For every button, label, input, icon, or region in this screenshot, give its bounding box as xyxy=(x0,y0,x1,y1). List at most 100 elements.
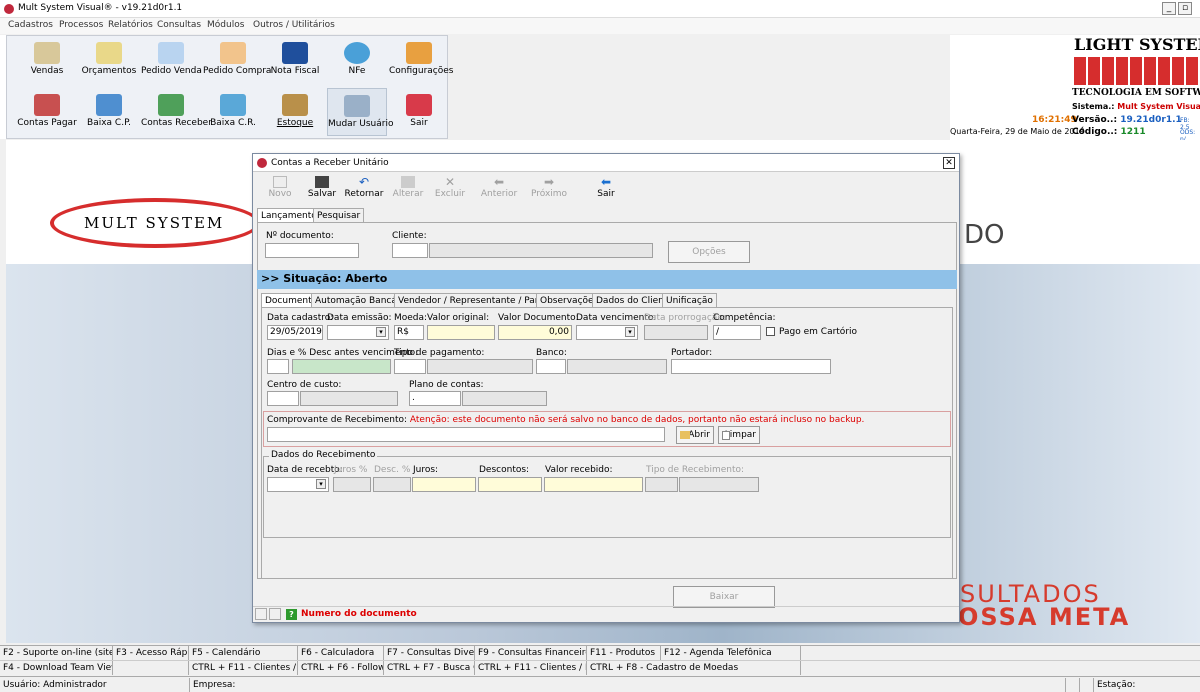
fkey-f4[interactable]: F4 - Download Team Viewer xyxy=(0,661,113,675)
cliente-label: Cliente: xyxy=(392,231,427,241)
anterior-button[interactable]: ⬅ Anterior xyxy=(475,176,523,204)
contas-receber-button[interactable]: Contas Receber xyxy=(141,88,212,136)
fkey-f5[interactable]: F5 - Calendário xyxy=(189,646,298,660)
dialog-close-button[interactable]: ✕ xyxy=(943,157,955,169)
descontos-field[interactable] xyxy=(478,477,542,492)
dias-desc-field[interactable] xyxy=(267,359,289,374)
menu-modulos[interactable]: Módulos xyxy=(207,20,244,30)
data-prorrogacao-picker xyxy=(644,325,708,340)
restore-button[interactable]: ▫ xyxy=(1178,2,1192,15)
baixar-button[interactable]: Baixar xyxy=(673,586,775,608)
limpar-button[interactable]: Limpar xyxy=(718,426,760,444)
nota-fiscal-button[interactable]: Nota Fiscal xyxy=(265,36,325,84)
doc-number-input[interactable] xyxy=(265,243,359,258)
tab-pesquisar[interactable]: Pesquisar xyxy=(313,208,365,223)
current-date: Quarta-Feira, 29 de Maio de 2019 xyxy=(950,127,1085,136)
menu-cadastros[interactable]: Cadastros xyxy=(8,20,53,30)
pct-desc-field[interactable] xyxy=(292,359,391,374)
blank-page-icon xyxy=(722,431,730,440)
versao-line: Versão..: 19.21d0r1.1 xyxy=(1072,115,1182,125)
juros-pct-field xyxy=(333,477,371,492)
baixa-cr-icon xyxy=(220,94,246,116)
floppy-icon xyxy=(315,176,329,188)
portador-label: Portador: xyxy=(671,348,713,358)
chevron-down-icon[interactable]: ▾ xyxy=(376,327,386,337)
fkey-f6[interactable]: F6 - Calculadora xyxy=(298,646,384,660)
fkey-ctrl-f8[interactable]: CTRL + F8 - Cadastro de Moedas xyxy=(587,661,801,675)
banco-label: Banco: xyxy=(536,348,567,358)
valor-recebido-field[interactable] xyxy=(544,477,643,492)
data-recebto-label: Data de recebto: xyxy=(267,465,343,475)
data-cadastro-field[interactable]: 29/05/2019 xyxy=(267,325,323,340)
baixa-cp-button[interactable]: Baixa C.P. xyxy=(79,88,139,136)
fkey-ctrl-f11[interactable]: CTRL + F11 - Clientes / Fornec xyxy=(189,661,298,675)
valor-recebido-label: Valor recebido: xyxy=(545,465,613,475)
orcamentos-button[interactable]: Orçamentos xyxy=(79,36,139,84)
comprovante-path-input[interactable] xyxy=(267,427,665,442)
pedido-venda-button[interactable]: Pedido Venda xyxy=(141,36,202,84)
retornar-button[interactable]: ↶ Retornar xyxy=(343,176,385,204)
fkey-f11[interactable]: F11 - Produtos xyxy=(587,646,661,660)
baixa-cr-button[interactable]: Baixa C.R. xyxy=(203,88,263,136)
contas-pagar-button[interactable]: Contas Pagar xyxy=(17,88,77,136)
minimize-button[interactable]: _ xyxy=(1162,2,1176,15)
plano-contas-code[interactable]: . xyxy=(409,391,461,406)
menu-processos[interactable]: Processos xyxy=(59,20,103,30)
brand-logo-arrows xyxy=(1074,57,1200,85)
pago-cartorio-label: Pago em Cartório xyxy=(779,327,858,337)
menu-consultas[interactable]: Consultas xyxy=(157,20,201,30)
fkey-f7[interactable]: F7 - Consultas Diversas xyxy=(384,646,475,660)
tipo-recebimento-label: Tipo de Recebimento: xyxy=(646,465,745,475)
cash-register-icon xyxy=(34,42,60,64)
nfe-button[interactable]: NFe xyxy=(327,36,387,84)
pago-cartorio-checkbox[interactable] xyxy=(766,327,775,336)
fkey-ctrl-f11-b[interactable]: CTRL + F11 - Clientes / Forn xyxy=(475,661,587,675)
arrow-up-box-icon xyxy=(34,94,60,116)
centro-custo-code[interactable] xyxy=(267,391,299,406)
valor-original-field[interactable] xyxy=(427,325,495,340)
salvar-button[interactable]: Salvar xyxy=(301,176,343,204)
subtab-unificacao[interactable]: Unificação xyxy=(662,293,717,308)
background-side-text: DO xyxy=(964,220,1005,250)
proximo-button[interactable]: ➡ Próximo xyxy=(525,176,573,204)
abrir-button[interactable]: Abrir xyxy=(676,426,714,444)
fkey-ctrl-f6[interactable]: CTRL + F6 - Follow-up xyxy=(298,661,384,675)
fkey-f9[interactable]: F9 - Consultas Financeiro xyxy=(475,646,587,660)
help-question-icon: ? xyxy=(286,609,297,620)
estoque-button[interactable]: Estoque xyxy=(265,88,325,136)
alterar-button[interactable]: Alterar xyxy=(387,176,429,204)
vendas-button[interactable]: Vendas xyxy=(17,36,77,84)
menu-outros[interactable]: Outros / Utilitários xyxy=(253,20,335,30)
valor-documento-field[interactable]: 0,00 xyxy=(498,325,572,340)
dialog-titlebar: Contas a Receber Unitário ✕ xyxy=(253,154,959,172)
cliente-name-field xyxy=(429,243,653,258)
delete-x-icon: ✕ xyxy=(444,175,456,189)
chevron-down-icon[interactable]: ▾ xyxy=(625,327,635,337)
dialog-sair-button[interactable]: ⬅ Sair xyxy=(585,176,627,204)
fkey-f12[interactable]: F12 - Agenda Telefônica xyxy=(661,646,801,660)
fkey-f2[interactable]: F2 - Suporte on-line (site) xyxy=(0,646,113,660)
cliente-code-input[interactable] xyxy=(392,243,428,258)
window-title: Mult System Visual® - v19.21d0r1.1 xyxy=(18,3,183,13)
configuracoes-button[interactable]: Configurações xyxy=(389,36,453,84)
novo-button[interactable]: Novo xyxy=(259,176,301,204)
banco-code[interactable] xyxy=(536,359,566,374)
excluir-button[interactable]: ✕ Excluir xyxy=(429,176,471,204)
pedido-compra-button[interactable]: Pedido Compra xyxy=(203,36,271,84)
codigo-value: 1211 xyxy=(1120,127,1146,137)
competencia-field[interactable]: / xyxy=(713,325,761,340)
fkey-ctrl-f7[interactable]: CTRL + F7 - Busca CEP xyxy=(384,661,475,675)
juros-field[interactable] xyxy=(412,477,476,492)
chevron-down-icon[interactable]: ▾ xyxy=(316,479,326,489)
mudar-usuario-button[interactable]: Mudar Usuário xyxy=(327,88,393,136)
sair-button[interactable]: Sair xyxy=(389,88,449,136)
portador-field[interactable] xyxy=(671,359,831,374)
moeda-field[interactable]: R$ xyxy=(394,325,424,340)
menu-relatorios[interactable]: Relatórios xyxy=(108,20,153,30)
tipo-pagamento-code[interactable] xyxy=(394,359,426,374)
tipo-pagamento-label: Tipo de pagamento: xyxy=(394,348,485,358)
fkey-f3[interactable]: F3 - Acesso Rápido xyxy=(113,646,189,660)
app-icon xyxy=(4,4,14,14)
opcoes-button[interactable]: Opções xyxy=(668,241,750,263)
nota-fiscal-icon xyxy=(282,42,308,64)
